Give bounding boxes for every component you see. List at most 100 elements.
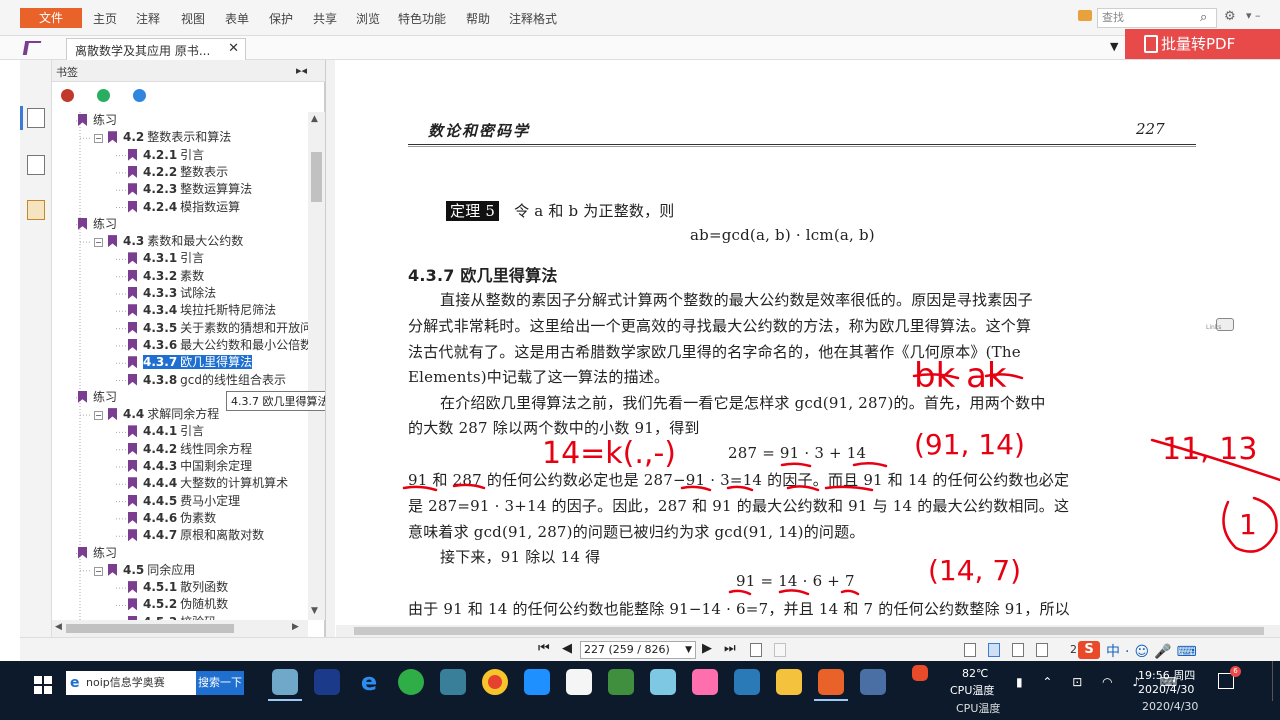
ime-toolbar[interactable]: 中·☺🎤⌨ [1106, 641, 1202, 661]
bilibili-app-icon[interactable] [692, 669, 718, 695]
prev-page-button[interactable]: ◀ [562, 641, 572, 656]
bookmark-item[interactable]: − 4.4 求解同余方程 [94, 406, 219, 423]
menu-item-annotate[interactable]: 注释 [136, 10, 160, 27]
file-menu-button[interactable]: 文件 [20, 8, 82, 28]
two-page-view-icon[interactable] [1012, 643, 1024, 657]
powerpoint-app-icon[interactable] [566, 669, 592, 695]
taskbar-search-input[interactable]: noip信息学奥赛 [66, 671, 196, 695]
windows-start-icon[interactable] [34, 676, 52, 694]
bookmark-item[interactable]: 练习 [78, 216, 117, 233]
vscode-app-icon[interactable] [734, 669, 760, 695]
devcpp-app-icon[interactable] [314, 669, 340, 695]
vertical-scrollbar[interactable]: ▲ ▼ [308, 112, 325, 620]
menu-item-features[interactable]: 特色功能 [398, 10, 446, 27]
menu-item-protect[interactable]: 保护 [269, 10, 293, 27]
continuous-view-icon[interactable] [988, 643, 1000, 657]
page-number-input[interactable]: 227 (259 / 826) ▼ [580, 641, 696, 659]
bookmark-item[interactable]: − 4.3 素数和最大公约数 [94, 233, 243, 250]
next-page-button[interactable]: ▶ [702, 641, 712, 656]
bookmark-item[interactable]: 4.2.1 引言 [128, 147, 204, 164]
search-input[interactable]: 查找 [1097, 8, 1217, 28]
menu-item-form[interactable]: 表单 [225, 10, 249, 27]
bookmark-item[interactable]: 4.5.1 散列函数 [128, 579, 228, 596]
scroll-up-icon[interactable]: ▲ [311, 114, 318, 124]
window-controls-icon[interactable]: ▾ – [1246, 9, 1261, 22]
paint-app-icon[interactable] [440, 669, 466, 695]
menu-item-annotation-format[interactable]: 注释格式 [509, 10, 557, 27]
bookmark-item[interactable]: 4.3.1 引言 [128, 250, 204, 267]
bookmark-item[interactable]: 练习 [78, 389, 117, 406]
document-view[interactable]: 数论和密码学 227 定理 5 令 a 和 b 为正整数，则 ab=gcd(a,… [336, 60, 1280, 638]
horizontal-scrollbar[interactable]: ◀ ▶ [52, 620, 308, 637]
bookmark-item[interactable]: 4.2.2 整数表示 [128, 164, 228, 181]
menu-item-browse[interactable]: 浏览 [356, 10, 380, 27]
collapse-panel-icon[interactable]: ▸◂ [296, 64, 307, 77]
panel-splitter[interactable] [325, 60, 335, 640]
bookmark-item[interactable]: 练习 [78, 112, 117, 129]
fit-width-icon[interactable] [774, 643, 786, 657]
bookmark-item[interactable]: 4.3.8 gcd的线性组合表示 [128, 372, 286, 389]
chrome-app-icon[interactable] [482, 669, 508, 695]
close-icon[interactable]: ✕ [228, 41, 239, 56]
collapse-toggle-icon[interactable]: − [94, 566, 103, 576]
bookmark-item[interactable]: 4.2.4 模指数运算 [128, 199, 240, 216]
bookmark-item[interactable]: 4.2.3 整数运算算法 [128, 181, 252, 198]
bookmark-panel-icon[interactable] [27, 108, 45, 128]
fit-page-icon[interactable] [750, 643, 762, 657]
scroll-left-icon[interactable]: ◀ [55, 622, 62, 632]
menu-item-home[interactable]: 主页 [93, 10, 117, 27]
scroll-down-icon[interactable]: ▼ [311, 606, 318, 616]
bookmark-item[interactable]: 4.4.2 线性同余方程 [128, 441, 252, 458]
taskbar-search-button[interactable]: 搜索一下 [196, 671, 244, 695]
bookmark-item[interactable]: 4.3.4 埃拉托斯特尼筛法 [128, 302, 276, 319]
collapse-toggle-icon[interactable]: − [94, 134, 103, 144]
bookmark-item[interactable]: 4.3.2 素数 [128, 268, 204, 285]
single-page-view-icon[interactable] [964, 643, 976, 657]
document-scroll-thumb[interactable] [354, 627, 1264, 635]
show-desktop-button[interactable] [1272, 661, 1273, 701]
vertical-scroll-thumb[interactable] [311, 152, 322, 202]
bookmark-item[interactable]: 4.4.1 引言 [128, 423, 204, 440]
pages-panel-icon[interactable] [27, 155, 45, 175]
bookmark-item[interactable]: − 4.5 同余应用 [94, 562, 195, 579]
tab-dropdown-icon[interactable]: ▼ [1110, 40, 1118, 53]
bookmark-item[interactable]: 4.5.2 伪随机数 [128, 596, 228, 613]
notepad-app-icon[interactable] [272, 669, 298, 695]
gear-icon[interactable]: ⚙ [1224, 9, 1236, 24]
bookmark-item[interactable]: 4.4.3 中国剩余定理 [128, 458, 252, 475]
chevron-down-icon[interactable]: ▼ [685, 642, 692, 658]
sogou-tray-icon[interactable] [912, 665, 928, 681]
sogou-ime-icon[interactable]: S [1078, 641, 1100, 659]
search-icon[interactable]: ⌕ [1200, 10, 1207, 25]
bookmark-item[interactable]: 练习 [78, 545, 117, 562]
clock-date[interactable]: 2020/4/30 [1138, 683, 1194, 696]
clock-time[interactable]: 19:56 周四 [1138, 667, 1195, 683]
menu-item-share[interactable]: 共享 [313, 10, 337, 27]
find-bookmark-icon[interactable] [133, 89, 146, 102]
bookmark-item[interactable]: 4.3.5 关于素数的猜想和开放问 [128, 320, 308, 337]
document-horizontal-scrollbar[interactable] [336, 625, 1280, 637]
feishu-app-icon[interactable] [524, 669, 550, 695]
edge-app-icon[interactable]: e [356, 669, 382, 695]
horizontal-scroll-thumb[interactable] [66, 624, 234, 633]
collapse-toggle-icon[interactable]: − [94, 238, 103, 248]
last-page-button[interactable]: ⏭ [724, 641, 736, 656]
two-page-continuous-view-icon[interactable] [1036, 643, 1048, 657]
bookmark-item-selected[interactable]: 4.3.7 欧几里得算法 [128, 354, 253, 371]
pdf-reader-app-icon[interactable] [818, 669, 844, 695]
bookmark-item[interactable]: 4.3.3 试除法 [128, 285, 216, 302]
menu-item-help[interactable]: 帮助 [466, 10, 490, 27]
comments-panel-icon[interactable] [27, 200, 45, 220]
bookmark-item[interactable]: 4.4.7 原根和离散对数 [128, 527, 264, 544]
360-app-icon[interactable] [398, 669, 424, 695]
menu-item-view[interactable]: 视图 [181, 10, 205, 27]
add-bookmark-icon[interactable] [97, 89, 110, 102]
player-app-icon[interactable] [860, 669, 886, 695]
folder-icon[interactable] [1078, 10, 1092, 21]
qq-app-icon[interactable] [650, 669, 676, 695]
bookmark-item[interactable]: 4.4.4 大整数的计算机算术 [128, 475, 288, 492]
bookmark-item[interactable]: 4.4.5 费马小定理 [128, 493, 240, 510]
document-tab[interactable]: 离散数学及其应用 原书... ✕ [66, 38, 246, 60]
bookmark-item[interactable]: 4.4.6 伪素数 [128, 510, 216, 527]
bookmark-item[interactable]: 4.3.6 最大公约数和最小公倍数 [128, 337, 308, 354]
